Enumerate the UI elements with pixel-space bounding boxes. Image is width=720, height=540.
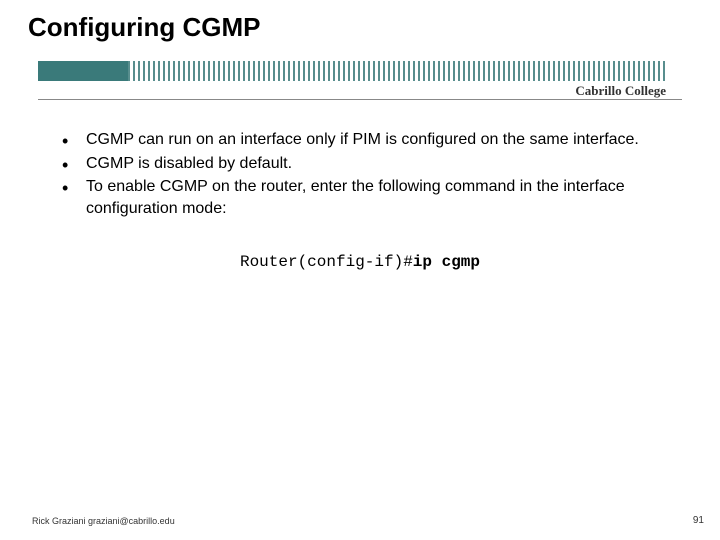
command-prompt: Router(config-if)# bbox=[240, 253, 413, 271]
list-item: To enable CGMP on the router, enter the … bbox=[60, 176, 660, 219]
banner-underline bbox=[38, 99, 682, 100]
list-item: CGMP can run on an interface only if PIM… bbox=[60, 129, 660, 151]
footer-author: Rick Graziani graziani@cabrillo.edu bbox=[32, 516, 175, 526]
list-item: CGMP is disabled by default. bbox=[60, 153, 660, 175]
banner-stripes bbox=[128, 61, 666, 81]
college-name: Cabrillo College bbox=[575, 83, 666, 99]
command-text: ip cgmp bbox=[413, 253, 480, 271]
command-line: Router(config-if)#ip cgmp bbox=[60, 253, 660, 271]
content-area: CGMP can run on an interface only if PIM… bbox=[0, 95, 720, 271]
banner-solid-block bbox=[38, 61, 128, 81]
page-title: Configuring CGMP bbox=[0, 0, 720, 43]
page-number: 91 bbox=[693, 515, 704, 526]
bullet-list: CGMP can run on an interface only if PIM… bbox=[60, 129, 660, 219]
header-banner: Cabrillo College bbox=[0, 61, 720, 95]
